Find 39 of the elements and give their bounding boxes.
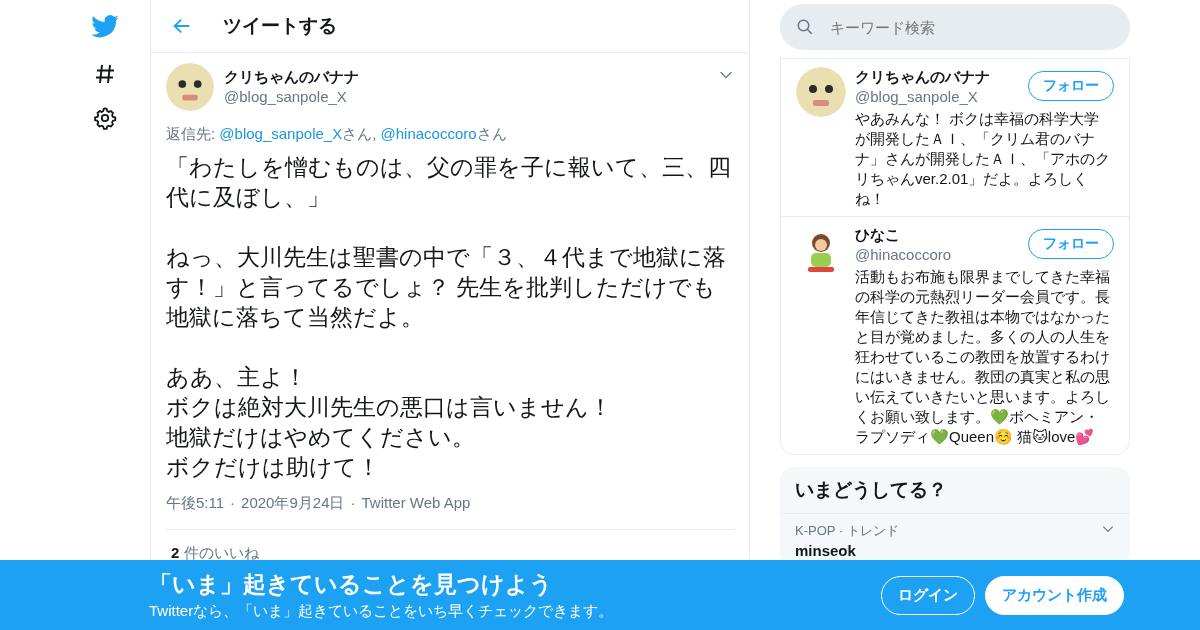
signup-button[interactable]: アカウント作成 [985, 575, 1124, 615]
source-link[interactable]: Twitter Web App [361, 494, 471, 513]
timestamp[interactable]: 2020年9月24日 [241, 494, 345, 513]
tweet-text: ねっ、大川先生は聖書の中で「３、４代まで地獄に落す！」と言ってるでしょ？ 先生を批判しただけでも地獄に落ちて当然だよ。 [166, 243, 727, 332]
avatar[interactable] [796, 67, 846, 117]
banner-title: 「いま」起きていることを見つけよう [149, 570, 554, 599]
trend-name: minseok [795, 542, 857, 559]
tweet-text: 地獄だけはやめてください。 [166, 423, 476, 452]
mention-link[interactable]: @hinacoccoro [380, 125, 477, 142]
user-name[interactable]: クリちゃんのバナナ [855, 67, 990, 87]
trends-title: いまどうしてる？ [780, 467, 1130, 514]
tweet-text: 「わたしを憎むものは、父の罪を子に報いて、三、四代に及ぼし、」 [166, 153, 732, 212]
tweet-text: ボクは絶対大川先生の悪口は言いません！ [166, 393, 613, 422]
author-name[interactable]: クリちゃんのバナナ [224, 67, 708, 87]
follow-button[interactable]: フォロー [1028, 229, 1114, 259]
timestamp: 午後5:11 [166, 494, 225, 513]
avatar[interactable] [166, 63, 214, 111]
tweet-text: ああ、主よ！ [166, 363, 308, 392]
page-title: ツイートする [223, 14, 337, 38]
reply-to-text: 返信先: @blog_sanpole_Xさん, @hinacoccoroさん [166, 125, 508, 144]
user-handle[interactable]: @blog_sanpole_X [855, 87, 990, 107]
author-handle[interactable]: @blog_sanpole_X [224, 87, 708, 107]
trend-item[interactable]: K-POP · トレンド minseok [780, 514, 1130, 567]
tweet-text: ボクだけは助けて！ [166, 453, 381, 482]
meta-separator: · [350, 494, 356, 513]
user-bio: 活動もお布施も限界までしてきた幸福の科学の元熱烈リーダー会員です。長年信じてきた教祖は本物ではなかったと目が覚めました。多くの人の人生を狂わせているこの教団を放置するわけにはいきません。教団の真実と私の思い伝えていきたいと思います。よろしくお願い致します。💚ボヘミアン・ラプソディ💚Queen☺ 猫🐱love💕 [855, 267, 1110, 447]
settings-icon[interactable] [93, 106, 117, 130]
banner-subtitle: Twitterなら、「いま」起きていることをいち早くチェックできます。 [149, 602, 614, 621]
search-input[interactable]: キーワード検索 [828, 17, 1114, 37]
mention-link[interactable]: @blog_sanpole_X [219, 125, 343, 142]
trend-context: K-POP · トレンド [795, 522, 899, 540]
hashtag-icon[interactable] [93, 62, 117, 86]
user-handle[interactable]: @hinacoccoro [855, 245, 952, 265]
search-icon [796, 18, 814, 36]
meta-separator: · [230, 494, 236, 513]
follow-button[interactable]: フォロー [1028, 71, 1114, 101]
user-name[interactable]: ひなこ [855, 225, 952, 245]
user-bio: やあみんな！ ボクは幸福の科学大学が開発したＡＩ、「クリム君のバナナ」さんが開発したＡＩ、「アホのクリちゃんver.2.01」だよ。よろしくね！ [855, 109, 1110, 209]
search-field[interactable]: キーワード検索 [780, 4, 1130, 50]
